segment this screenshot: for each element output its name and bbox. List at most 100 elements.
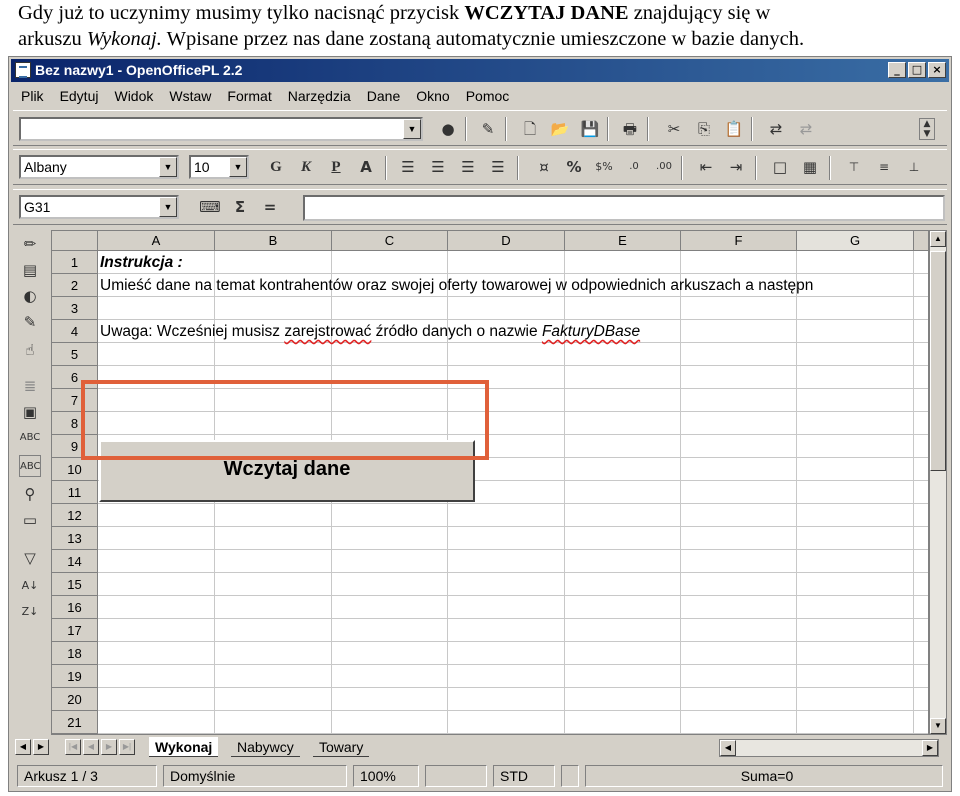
vertical-scrollbar[interactable]: ▲ ▼ bbox=[929, 230, 947, 735]
align-middle-icon[interactable]: ≡ bbox=[873, 156, 895, 178]
column-header-g[interactable]: G bbox=[797, 231, 914, 251]
row-header[interactable]: 14 bbox=[52, 550, 98, 573]
row-header[interactable]: 1 bbox=[52, 251, 98, 274]
paste-icon[interactable]: 📋 bbox=[723, 118, 745, 140]
stop-icon[interactable]: ● bbox=[437, 118, 459, 140]
last-sheet-button[interactable]: ▶ bbox=[33, 739, 49, 755]
chevron-down-icon[interactable]: ▼ bbox=[159, 157, 177, 177]
toolbar-overflow-icon[interactable]: ▲ ▼ bbox=[919, 118, 935, 140]
menu-widok[interactable]: Widok bbox=[106, 84, 161, 108]
underline-icon[interactable]: P bbox=[325, 156, 347, 178]
italic-icon[interactable]: K bbox=[295, 156, 317, 178]
decrease-indent-icon[interactable]: ⇤ bbox=[695, 156, 717, 178]
next-sheet-button[interactable]: ▶ bbox=[101, 739, 117, 755]
bold-icon[interactable]: G bbox=[265, 156, 287, 178]
chart-icon[interactable]: ▣ bbox=[19, 401, 41, 423]
row-header[interactable]: 18 bbox=[52, 642, 98, 665]
spreadsheet-grid[interactable]: A B C D E F G 1 2 3 4 5 6 7 8 9 10 11 12… bbox=[51, 230, 929, 735]
standard-format-icon[interactable]: $% bbox=[593, 156, 615, 178]
menu-dane[interactable]: Dane bbox=[359, 84, 408, 108]
font-name-combobox[interactable]: Albany ▼ bbox=[19, 155, 179, 179]
menu-okno[interactable]: Okno bbox=[408, 84, 457, 108]
undo-icon[interactable]: ⇄ bbox=[765, 118, 787, 140]
align-top-icon[interactable]: ⊤ bbox=[843, 156, 865, 178]
sort-ascending-icon[interactable]: A↓ bbox=[19, 575, 41, 597]
column-header-f[interactable]: F bbox=[681, 231, 797, 251]
datasources-icon[interactable]: ▭ bbox=[19, 509, 41, 531]
align-center-icon[interactable]: ☰ bbox=[427, 156, 449, 178]
currency-format-icon[interactable]: ¤ bbox=[533, 156, 555, 178]
column-header-d[interactable]: D bbox=[448, 231, 565, 251]
row-header[interactable]: 7 bbox=[52, 389, 98, 412]
insert-icon[interactable]: ▤ bbox=[19, 259, 41, 281]
prev-sheet-button[interactable]: ◀ bbox=[83, 739, 99, 755]
row-header[interactable]: 11 bbox=[52, 481, 98, 504]
cut-icon[interactable]: ✂ bbox=[663, 118, 685, 140]
save-icon[interactable]: 💾 bbox=[579, 118, 601, 140]
scroll-right-button[interactable]: ▶ bbox=[922, 740, 938, 756]
close-button[interactable]: × bbox=[928, 62, 946, 78]
scroll-up-button[interactable]: ▲ bbox=[930, 231, 946, 247]
background-color-icon[interactable]: ▦ bbox=[799, 156, 821, 178]
borders-icon[interactable]: □ bbox=[769, 156, 791, 178]
cell-a2[interactable]: Umieść dane na temat kontrahentów oraz s… bbox=[100, 274, 813, 297]
status-zoom[interactable]: 100% bbox=[353, 765, 419, 787]
first-sheet-button[interactable]: ◀ bbox=[15, 739, 31, 755]
scroll-down-button[interactable]: ▼ bbox=[930, 718, 946, 734]
last-sheet-nav-button[interactable]: ▶| bbox=[119, 739, 135, 755]
url-combobox[interactable]: ▼ bbox=[19, 117, 423, 141]
row-header[interactable]: 10 bbox=[52, 458, 98, 481]
row-header[interactable]: 20 bbox=[52, 688, 98, 711]
font-color-icon[interactable]: A bbox=[355, 156, 377, 178]
row-header[interactable]: 12 bbox=[52, 504, 98, 527]
sum-icon[interactable]: Σ bbox=[229, 196, 251, 218]
first-sheet-nav-button[interactable]: |◀ bbox=[65, 739, 81, 755]
name-box[interactable]: G31 ▼ bbox=[19, 195, 179, 219]
autofilter-icon[interactable]: ▽ bbox=[19, 547, 41, 569]
row-header[interactable]: 19 bbox=[52, 665, 98, 688]
cell-a1[interactable]: Instrukcja : bbox=[100, 251, 183, 274]
chevron-down-icon[interactable]: ▼ bbox=[159, 197, 177, 217]
align-right-icon[interactable]: ☰ bbox=[457, 156, 479, 178]
maximize-button[interactable]: □ bbox=[908, 62, 926, 78]
row-header[interactable]: 17 bbox=[52, 619, 98, 642]
row-header[interactable]: 6 bbox=[52, 366, 98, 389]
scroll-thumb[interactable] bbox=[930, 251, 946, 471]
row-header[interactable]: 13 bbox=[52, 527, 98, 550]
cell-a4[interactable]: Uwaga: Wcześniej musisz zarejstrować źró… bbox=[100, 320, 640, 343]
chevron-down-icon[interactable]: ▼ bbox=[403, 119, 421, 139]
function-wizard-icon[interactable]: ⌨ bbox=[199, 196, 221, 218]
menu-narzedzia[interactable]: Narzędzia bbox=[280, 84, 359, 108]
align-left-icon[interactable]: ☰ bbox=[397, 156, 419, 178]
menu-edytuj[interactable]: Edytuj bbox=[52, 84, 107, 108]
row-header[interactable]: 2 bbox=[52, 274, 98, 297]
tab-towary[interactable]: Towary bbox=[313, 737, 370, 757]
row-header[interactable]: 8 bbox=[52, 412, 98, 435]
insert-object-icon[interactable]: ◐ bbox=[19, 285, 41, 307]
row-header[interactable]: 4 bbox=[52, 320, 98, 343]
menu-format[interactable]: Format bbox=[219, 84, 279, 108]
status-mode[interactable]: STD bbox=[493, 765, 555, 787]
menu-plik[interactable]: Plik bbox=[13, 84, 52, 108]
autospellcheck-icon[interactable]: ABC bbox=[19, 455, 41, 477]
remove-decimal-icon[interactable]: .00 bbox=[653, 156, 675, 178]
open-folder-icon[interactable]: 📂 bbox=[549, 118, 571, 140]
row-header[interactable]: 16 bbox=[52, 596, 98, 619]
insert-rows-icon[interactable]: ≣ bbox=[19, 375, 41, 397]
equals-icon[interactable]: = bbox=[259, 196, 281, 218]
minimize-button[interactable]: _ bbox=[888, 62, 906, 78]
justify-icon[interactable]: ☰ bbox=[487, 156, 509, 178]
title-bar[interactable]: Bez nazwy1 - OpenOfficePL 2.2 _ □ × bbox=[11, 59, 949, 82]
status-page-style[interactable]: Domyślnie bbox=[163, 765, 347, 787]
add-decimal-icon[interactable]: .0 bbox=[623, 156, 645, 178]
copy-icon[interactable]: ⎘ bbox=[693, 118, 715, 140]
load-data-button[interactable]: Wczytaj dane bbox=[99, 440, 475, 502]
redo-icon[interactable]: ⇄ bbox=[795, 118, 817, 140]
increase-indent-icon[interactable]: ⇥ bbox=[725, 156, 747, 178]
spellcheck-icon[interactable]: ABC bbox=[19, 427, 41, 449]
tab-nabywcy[interactable]: Nabywcy bbox=[231, 737, 300, 757]
column-header-a[interactable]: A bbox=[98, 231, 215, 251]
corner-select-all[interactable] bbox=[52, 231, 98, 251]
row-header[interactable]: 15 bbox=[52, 573, 98, 596]
find-binoculars-icon[interactable]: ⚲ bbox=[19, 483, 41, 505]
